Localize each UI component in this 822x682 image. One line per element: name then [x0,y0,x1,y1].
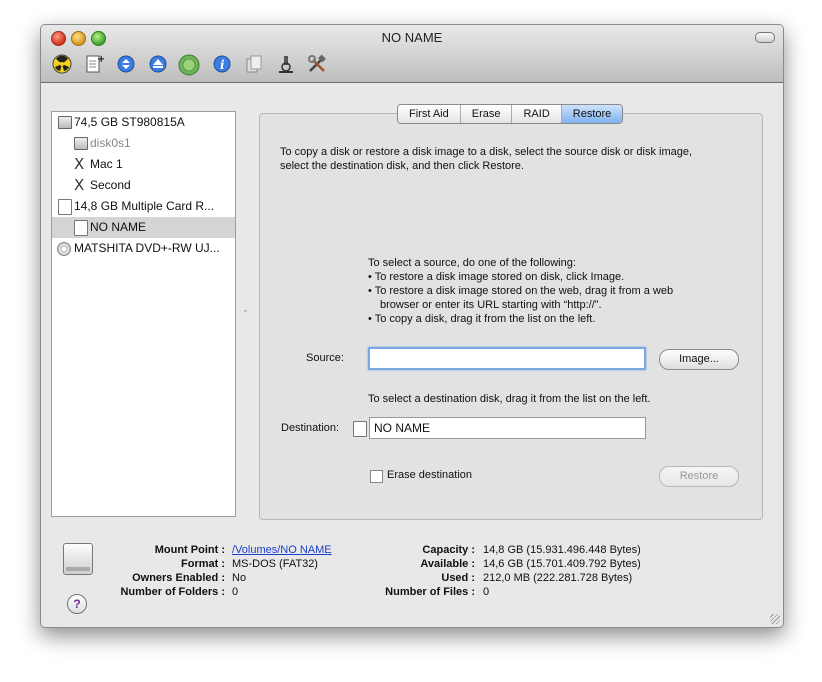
info-icon[interactable]: i [212,54,232,74]
tab-erase[interactable]: Erase [460,105,513,123]
source-bullet-web-cont: browser or enter its URL starting with “… [380,299,602,311]
mount-point-value[interactable]: /Volumes/NO NAME [232,544,332,556]
volume-icon [74,220,88,236]
log-icon[interactable] [276,54,296,74]
unmounted-volume-icon: Ⅹ [74,177,85,194]
source-instructions: To select a source, do one of the follow… [368,256,673,326]
used-label: Used : [441,572,475,584]
eject-icon[interactable] [148,54,168,74]
sidebar-item-volume[interactable]: Ⅹ Second [52,175,235,196]
convert-icon[interactable] [244,54,264,74]
toolbar-toggle-button[interactable] [755,32,775,43]
source-bullet-image: • To restore a disk image stored on disk… [368,271,625,283]
window-title: NO NAME [381,30,443,45]
number-of-files-value: 0 [483,586,490,598]
burn-icon[interactable] [52,54,72,74]
restore-button[interactable]: Restore [659,466,739,487]
volume-icon [353,421,367,437]
format-label: Format : [181,558,225,570]
tab-bar: First Aid Erase RAID Restore [397,104,624,124]
source-bullet-web: • To restore a disk image stored on the … [368,285,674,297]
enable-journaling-icon[interactable] [116,54,136,74]
sidebar-item-volume[interactable]: Ⅹ Mac 1 [52,154,235,175]
restore-intro-line1: To copy a disk or restore a disk image t… [280,146,693,158]
hard-disk-icon [58,116,72,129]
owners-enabled-value: No [232,572,247,584]
drive-icon [63,543,93,575]
used-value: 212,0 MB (222.281.728 Bytes) [483,572,633,584]
tab-first-aid[interactable]: First Aid [398,105,461,123]
erase-destination-checkbox[interactable] [370,470,383,483]
sidebar-item-disk[interactable]: 74,5 GB ST980815A [52,112,235,133]
sidebar-item-label: disk0s1 [90,136,131,150]
new-image-icon[interactable]: + [84,54,105,74]
unmounted-volume-icon: Ⅹ [74,156,85,173]
volume-icon [74,137,88,150]
tab-raid[interactable]: RAID [512,105,562,123]
svg-text:i: i [220,58,225,72]
sidebar-item-disk[interactable]: MATSHITA DVD+-RW UJ... [52,238,235,259]
available-label: Available : [420,558,475,570]
sidebar-item-label: 74,5 GB ST980815A [74,115,185,129]
mount-point-link[interactable]: /Volumes/NO NAME [232,544,332,556]
number-of-folders-value: 0 [232,586,239,598]
disk-list[interactable]: 74,5 GB ST980815A disk0s1 Ⅹ Mac 1 Ⅹ Seco… [51,111,236,517]
svg-text:+: + [97,54,104,65]
card-reader-icon [58,199,72,215]
capacity-label: Capacity : [422,544,475,556]
available-value: 14,6 GB (15.701.409.792 Bytes) [483,558,641,570]
sidebar-item-label: Mac 1 [90,157,123,171]
destination-field[interactable]: NO NAME [369,417,646,439]
source-bullet-copy: • To copy a disk, drag it from the list … [368,313,596,325]
destination-label: Destination: [281,422,340,434]
sidebar-item-label: NO NAME [90,220,147,234]
capacity-value: 14,8 GB (15.931.496.448 Bytes) [483,544,641,556]
image-button[interactable]: Image... [659,349,739,370]
sidebar-item-label: Second [90,178,131,192]
owners-enabled-label: Owners Enabled : [132,572,225,584]
tab-restore[interactable]: Restore [561,105,623,123]
erase-destination-label[interactable]: Erase destination [387,469,472,481]
help-button[interactable]: ? [67,594,87,614]
resize-grip-icon[interactable] [770,614,780,624]
number-of-files-label: Number of Files : [385,586,475,598]
format-value: MS-DOS (FAT32) [232,558,318,570]
sidebar-item-label: MATSHITA DVD+-RW UJ... [74,241,220,255]
disk-utility-window: NO NAME + i 74,5 G [40,24,784,628]
sidebar-item-disk[interactable]: 14,8 GB Multiple Card R... [52,196,235,217]
sidebar-item-volume[interactable]: disk0s1 [52,133,235,154]
mount-point-label: Mount Point : [154,544,225,556]
destination-hint: To select a destination disk, drag it fr… [368,393,651,405]
mount-icon[interactable] [178,54,200,76]
sidebar-item-volume-selected[interactable]: NO NAME [52,217,235,238]
sidebar-item-label: 14,8 GB Multiple Card R... [74,199,215,213]
optical-drive-icon [57,242,71,256]
number-of-folders-label: Number of Folders : [120,586,225,598]
title-bar: NO NAME + i [41,25,783,83]
source-heading: To select a source, do one of the follow… [368,257,576,269]
source-input[interactable] [368,347,646,370]
restore-intro-line2: select the destination disk, and then cl… [280,160,524,172]
splitter-handle-icon[interactable]: ˆ [244,309,247,319]
source-label: Source: [306,352,344,364]
tools-icon[interactable] [307,54,327,74]
